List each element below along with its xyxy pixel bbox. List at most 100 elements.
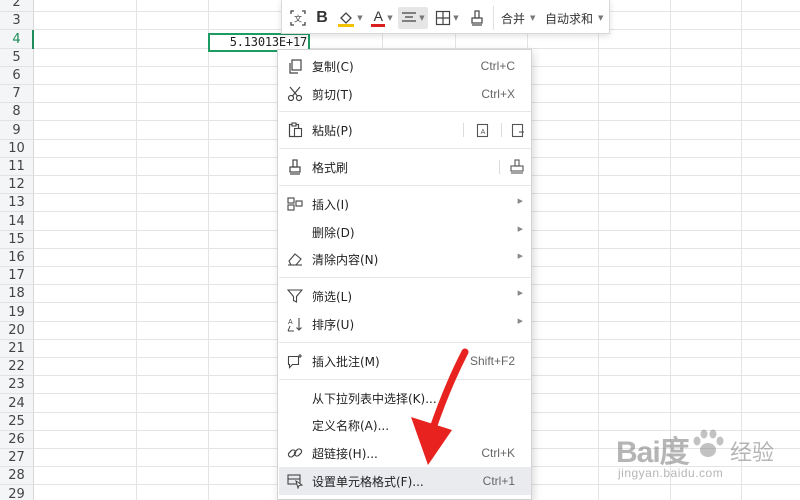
row-header[interactable]: 14 xyxy=(0,212,34,231)
menu-item-format-painter[interactable]: 格式刷 xyxy=(279,153,531,180)
row-header[interactable]: 12 xyxy=(0,176,34,194)
row-header[interactable]: 16 xyxy=(0,249,34,267)
row-header[interactable]: 24 xyxy=(0,394,34,413)
format-cells-icon xyxy=(286,472,304,490)
row-header[interactable]: 15 xyxy=(0,231,34,249)
column-gridline xyxy=(136,0,137,500)
row-header[interactable]: 28 xyxy=(0,467,34,485)
menu-item-insert[interactable]: 插入(I) ▶ xyxy=(279,190,531,217)
row-header[interactable]: 17 xyxy=(0,267,34,285)
merge-button[interactable]: 合并 xyxy=(501,10,525,27)
row-header[interactable]: 8 xyxy=(0,103,34,121)
menu-label: 复制(C) xyxy=(312,60,354,74)
row-header[interactable]: 7 xyxy=(0,85,34,103)
row-header[interactable]: 23 xyxy=(0,376,34,394)
row-header[interactable]: 3 xyxy=(0,12,34,30)
submenu-arrow-icon: ▶ xyxy=(517,252,523,260)
submenu-arrow-icon: ▶ xyxy=(517,317,523,325)
row-header[interactable]: 4 xyxy=(0,30,34,49)
menu-item-paste[interactable]: 粘贴(P) A xyxy=(279,116,531,143)
active-row-indicator xyxy=(32,30,34,49)
menu-shortcut: Ctrl+C xyxy=(480,59,515,73)
stamp-icon xyxy=(471,10,483,26)
fill-color-button[interactable]: ▼ xyxy=(335,7,365,29)
bold-button[interactable]: B xyxy=(312,7,332,29)
ocr-icon[interactable]: 文 xyxy=(287,7,309,29)
insert-icon xyxy=(286,195,304,213)
submenu-arrow-icon: ▶ xyxy=(517,289,523,297)
column-gridline xyxy=(208,0,209,500)
row-header[interactable]: 9 xyxy=(0,121,34,140)
scissors-icon xyxy=(286,85,304,103)
paste-values-icon[interactable] xyxy=(508,120,528,140)
svg-text:文: 文 xyxy=(294,14,302,24)
align-center-icon xyxy=(402,12,417,22)
menu-item-copy[interactable]: 复制(C) Ctrl+C xyxy=(279,52,531,79)
menu-label: 删除(D) xyxy=(312,226,355,240)
column-gridline xyxy=(598,0,599,500)
copy-icon xyxy=(286,57,304,75)
menu-divider xyxy=(279,277,531,278)
comment-icon xyxy=(286,352,304,370)
menu-label: 超链接(H)... xyxy=(312,447,378,461)
row-header[interactable]: 26 xyxy=(0,431,34,449)
menu-label: 粘贴(P) xyxy=(312,124,353,138)
row-header[interactable]: 6 xyxy=(0,67,34,85)
menu-label: 格式刷 xyxy=(312,161,349,175)
row-header[interactable]: 5 xyxy=(0,49,34,67)
svg-text:A: A xyxy=(288,319,293,326)
baidu-jingyan-watermark: Bai度 经验 jingyan.baidu.com xyxy=(612,425,792,495)
menu-shortcut: Ctrl+1 xyxy=(482,474,515,488)
floating-format-toolbar: 文 B ▼ A ▼ ▼ ▼ 合并 ▼ 自动求和 ▼ xyxy=(281,0,610,34)
red-arrow-annotation xyxy=(411,348,469,465)
menu-item-delete[interactable]: 删除(D) ▶ xyxy=(279,218,531,245)
jingyan-text: 经验 xyxy=(730,441,775,466)
filter-icon xyxy=(286,287,304,305)
menu-shortcut: Ctrl+X xyxy=(481,87,515,101)
menu-label: 筛选(L) xyxy=(312,290,353,304)
sort-icon: A xyxy=(286,315,304,333)
menu-shortcut: Shift+F2 xyxy=(469,354,515,368)
svg-text:A: A xyxy=(481,129,486,136)
paw-icon xyxy=(693,429,724,457)
row-header[interactable]: 27 xyxy=(0,449,34,467)
align-button[interactable]: ▼ xyxy=(398,7,428,29)
menu-label: 定义名称(A)... xyxy=(312,419,390,433)
menu-item-cut[interactable]: 剪切(T) Ctrl+X xyxy=(279,80,531,107)
baidu-logo: Bai度 xyxy=(616,436,690,469)
row-header[interactable]: 20 xyxy=(0,322,34,340)
row-header[interactable]: 10 xyxy=(0,140,34,158)
menu-item-clear-contents[interactable]: 清除内容(N) ▶ xyxy=(279,245,531,272)
merge-caret-icon[interactable]: ▼ xyxy=(530,14,535,22)
row-header[interactable]: 21 xyxy=(0,340,34,358)
clipboard-icon xyxy=(286,121,304,139)
row-header[interactable]: 2 xyxy=(0,0,34,12)
paste-format-icon[interactable]: A xyxy=(473,120,493,140)
row-header[interactable]: 19 xyxy=(0,303,34,322)
menu-item-filter[interactable]: 筛选(L) ▶ xyxy=(279,282,531,309)
font-color-button[interactable]: A ▼ xyxy=(368,7,396,29)
autosum-button[interactable]: 自动求和 xyxy=(545,10,593,27)
row-header[interactable]: 18 xyxy=(0,285,34,303)
menu-label: 插入(I) xyxy=(312,198,349,212)
menu-shortcut: Ctrl+K xyxy=(481,446,515,460)
clear-format-button[interactable] xyxy=(466,7,488,29)
fill-bucket-icon xyxy=(338,12,355,27)
menu-divider xyxy=(279,111,531,112)
menu-item-sort[interactable]: A 排序(U) ▶ xyxy=(279,310,531,337)
row-header[interactable]: 22 xyxy=(0,358,34,376)
menu-label: 排序(U) xyxy=(312,318,355,332)
format-painter-side-icon[interactable] xyxy=(507,157,527,177)
menu-divider xyxy=(279,185,531,186)
row-header[interactable]: 25 xyxy=(0,413,34,431)
menu-divider xyxy=(279,148,531,149)
menu-label: 设置单元格格式(F)... xyxy=(312,475,424,489)
borders-button[interactable]: ▼ xyxy=(432,7,462,29)
menu-label: 清除内容(N) xyxy=(312,253,379,267)
row-header[interactable]: 13 xyxy=(0,194,34,212)
row-header[interactable]: 11 xyxy=(0,158,34,176)
menu-label: 插入批注(M) xyxy=(312,355,380,369)
row-header[interactable]: 29 xyxy=(0,485,34,500)
submenu-arrow-icon: ▶ xyxy=(517,197,523,205)
autosum-caret-icon[interactable]: ▼ xyxy=(598,14,603,22)
